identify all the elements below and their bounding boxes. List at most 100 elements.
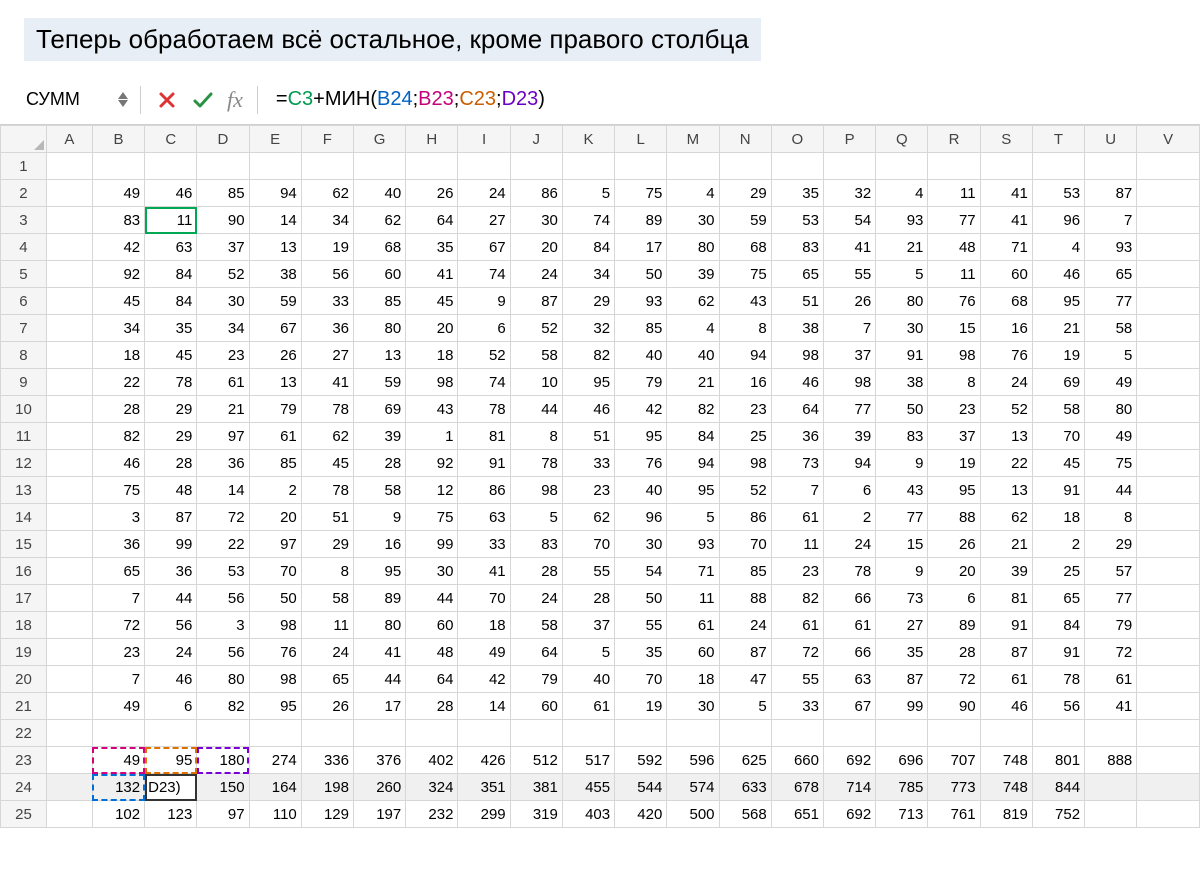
cell-M22[interactable]: [667, 720, 719, 747]
cell-G9[interactable]: 59: [354, 369, 406, 396]
cell-J17[interactable]: 24: [510, 585, 562, 612]
cell-U3[interactable]: 7: [1085, 207, 1137, 234]
cell-N21[interactable]: 5: [719, 693, 771, 720]
cell-B6[interactable]: 45: [92, 288, 144, 315]
cell-N16[interactable]: 85: [719, 558, 771, 585]
cell-S15[interactable]: 21: [980, 531, 1032, 558]
cell-K14[interactable]: 62: [562, 504, 614, 531]
cell-R14[interactable]: 88: [928, 504, 980, 531]
cell-O5[interactable]: 65: [771, 261, 823, 288]
cell-N7[interactable]: 8: [719, 315, 771, 342]
cell-G11[interactable]: 39: [354, 423, 406, 450]
col-header-A[interactable]: A: [46, 126, 92, 153]
cell-A3[interactable]: [46, 207, 92, 234]
cell-A17[interactable]: [46, 585, 92, 612]
cell-V12[interactable]: [1137, 450, 1200, 477]
cell-F4[interactable]: 19: [301, 234, 353, 261]
cell-R16[interactable]: 20: [928, 558, 980, 585]
cell-Q1[interactable]: [876, 153, 928, 180]
cell-M11[interactable]: 84: [667, 423, 719, 450]
cell-C12[interactable]: 28: [145, 450, 197, 477]
cell-O25[interactable]: 651: [771, 801, 823, 828]
cell-G12[interactable]: 28: [354, 450, 406, 477]
cell-E2[interactable]: 94: [249, 180, 301, 207]
col-header-U[interactable]: U: [1085, 126, 1137, 153]
cell-J18[interactable]: 58: [510, 612, 562, 639]
cell-I4[interactable]: 67: [458, 234, 510, 261]
cell-O17[interactable]: 82: [771, 585, 823, 612]
cell-C23[interactable]: 95: [145, 747, 197, 774]
cell-K16[interactable]: 55: [562, 558, 614, 585]
cell-V21[interactable]: [1137, 693, 1200, 720]
cell-H1[interactable]: [406, 153, 458, 180]
cell-P6[interactable]: 26: [823, 288, 875, 315]
row-header-6[interactable]: 6: [1, 288, 47, 315]
row-header-7[interactable]: 7: [1, 315, 47, 342]
cell-E6[interactable]: 59: [249, 288, 301, 315]
cell-S25[interactable]: 819: [980, 801, 1032, 828]
cell-E9[interactable]: 13: [249, 369, 301, 396]
cell-A2[interactable]: [46, 180, 92, 207]
cell-T13[interactable]: 91: [1032, 477, 1084, 504]
cell-R25[interactable]: 761: [928, 801, 980, 828]
cell-O20[interactable]: 55: [771, 666, 823, 693]
cell-S3[interactable]: 41: [980, 207, 1032, 234]
cell-K21[interactable]: 61: [562, 693, 614, 720]
cell-E13[interactable]: 2: [249, 477, 301, 504]
cell-C25[interactable]: 123: [145, 801, 197, 828]
cell-I25[interactable]: 299: [458, 801, 510, 828]
spreadsheet-grid[interactable]: ABCDEFGHIJKLMNOPQRSTUV 12494685946240262…: [0, 125, 1200, 828]
cell-P17[interactable]: 66: [823, 585, 875, 612]
cell-N24[interactable]: 633: [719, 774, 771, 801]
cell-S7[interactable]: 16: [980, 315, 1032, 342]
cell-R20[interactable]: 72: [928, 666, 980, 693]
cell-S19[interactable]: 87: [980, 639, 1032, 666]
cell-L11[interactable]: 95: [615, 423, 667, 450]
cell-F19[interactable]: 24: [301, 639, 353, 666]
cell-B10[interactable]: 28: [92, 396, 144, 423]
cell-A15[interactable]: [46, 531, 92, 558]
cell-N14[interactable]: 86: [719, 504, 771, 531]
cell-R2[interactable]: 11: [928, 180, 980, 207]
cell-K1[interactable]: [562, 153, 614, 180]
cell-M1[interactable]: [667, 153, 719, 180]
cell-L3[interactable]: 89: [615, 207, 667, 234]
cell-R15[interactable]: 26: [928, 531, 980, 558]
row-header-8[interactable]: 8: [1, 342, 47, 369]
cell-E23[interactable]: 274: [249, 747, 301, 774]
cell-B22[interactable]: [92, 720, 144, 747]
cell-E20[interactable]: 98: [249, 666, 301, 693]
cell-M9[interactable]: 21: [667, 369, 719, 396]
cell-V16[interactable]: [1137, 558, 1200, 585]
cell-S1[interactable]: [980, 153, 1032, 180]
cell-M13[interactable]: 95: [667, 477, 719, 504]
cell-A20[interactable]: [46, 666, 92, 693]
cell-R18[interactable]: 89: [928, 612, 980, 639]
cell-H3[interactable]: 64: [406, 207, 458, 234]
cell-M24[interactable]: 574: [667, 774, 719, 801]
cell-E11[interactable]: 61: [249, 423, 301, 450]
cell-O23[interactable]: 660: [771, 747, 823, 774]
cell-N11[interactable]: 25: [719, 423, 771, 450]
cell-T17[interactable]: 65: [1032, 585, 1084, 612]
cell-J10[interactable]: 44: [510, 396, 562, 423]
cell-U6[interactable]: 77: [1085, 288, 1137, 315]
cell-S10[interactable]: 52: [980, 396, 1032, 423]
cell-C5[interactable]: 84: [145, 261, 197, 288]
cell-U20[interactable]: 61: [1085, 666, 1137, 693]
cell-B14[interactable]: 3: [92, 504, 144, 531]
cell-U4[interactable]: 93: [1085, 234, 1137, 261]
col-header-S[interactable]: S: [980, 126, 1032, 153]
col-header-C[interactable]: C: [145, 126, 197, 153]
cell-G7[interactable]: 80: [354, 315, 406, 342]
cell-J23[interactable]: 512: [510, 747, 562, 774]
cell-G4[interactable]: 68: [354, 234, 406, 261]
cell-M15[interactable]: 93: [667, 531, 719, 558]
cell-P3[interactable]: 54: [823, 207, 875, 234]
cell-N20[interactable]: 47: [719, 666, 771, 693]
cell-F21[interactable]: 26: [301, 693, 353, 720]
cell-C8[interactable]: 45: [145, 342, 197, 369]
cell-J24[interactable]: 381: [510, 774, 562, 801]
cell-G8[interactable]: 13: [354, 342, 406, 369]
cell-U22[interactable]: [1085, 720, 1137, 747]
